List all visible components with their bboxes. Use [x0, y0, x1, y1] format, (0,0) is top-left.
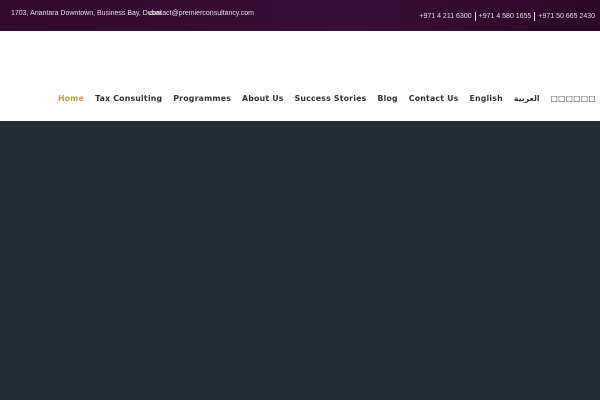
nav-item-home[interactable]: Home	[58, 94, 84, 103]
phone-link-3[interactable]: +971 50 665 2430	[538, 13, 595, 20]
phone-divider	[474, 12, 476, 21]
nav-item-tax-consulting[interactable]: Tax Consulting	[95, 94, 162, 103]
nav-item-success-stories[interactable]: Success Stories	[295, 94, 367, 103]
nav-item-arabic[interactable]: العربية	[514, 94, 540, 103]
site-header: Home Tax Consulting Programmes About Us …	[0, 31, 600, 121]
nav-item-english[interactable]: English	[469, 94, 502, 103]
nav-item-blog[interactable]: Blog	[377, 94, 397, 103]
phone-link-1[interactable]: +971 4 211 6300	[419, 13, 471, 20]
phone-divider	[534, 12, 536, 21]
top-contact-bar: 1703, Anantara Downtown, Business Bay, D…	[0, 0, 600, 31]
email-link[interactable]: contact@premierconsultancy.com	[149, 10, 254, 17]
phone-link-2[interactable]: +971 4 580 1655	[479, 13, 532, 20]
nav-item-contact-us[interactable]: Contact Us	[409, 94, 459, 103]
hero-section	[0, 121, 600, 400]
address-text: 1703, Anantara Downtown, Business Bay, D…	[11, 10, 162, 17]
nav-item-about-us[interactable]: About Us	[242, 94, 284, 103]
main-nav: Home Tax Consulting Programmes About Us …	[58, 94, 596, 103]
nav-item-programmes[interactable]: Programmes	[173, 94, 231, 103]
phone-list: +971 4 211 6300 +971 4 580 1655 +971 50 …	[419, 12, 595, 21]
nav-item-other-language[interactable]: □□□□□□	[551, 94, 596, 103]
